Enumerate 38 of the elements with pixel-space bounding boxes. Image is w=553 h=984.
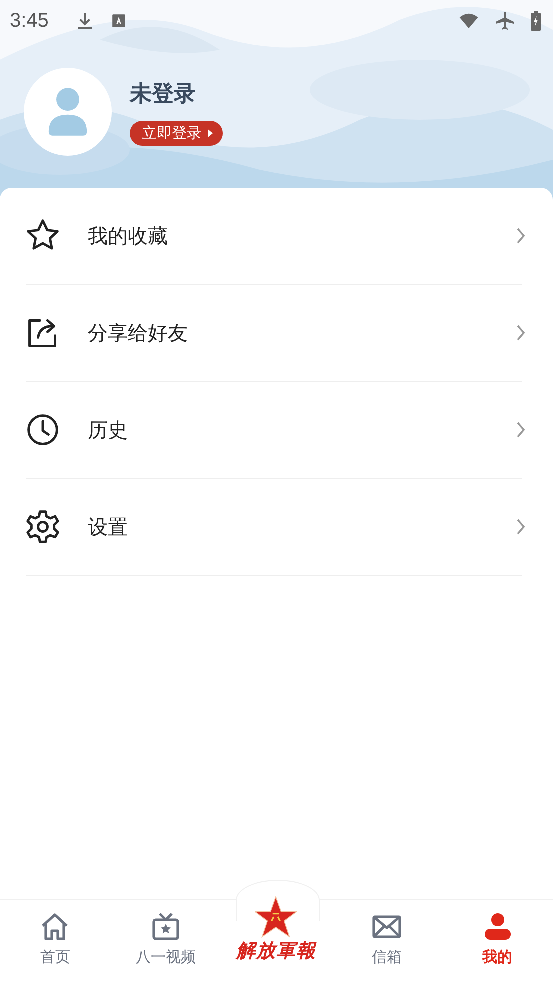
menu-label: 设置 xyxy=(88,514,129,540)
tab-label: 首页 xyxy=(40,948,70,967)
nav-tab[interactable]: 我的 xyxy=(442,900,553,984)
wifi-icon xyxy=(459,11,479,31)
battery-icon xyxy=(531,11,541,31)
home-icon xyxy=(40,912,70,942)
logo-tab[interactable]: 解放軍報 xyxy=(221,896,332,984)
menu-label: 我的收藏 xyxy=(88,222,169,250)
chevron-icon xyxy=(516,421,526,439)
keyboard-icon xyxy=(110,13,127,29)
status-time: 3:45 xyxy=(10,10,49,32)
menu-item[interactable]: 历史 xyxy=(26,382,522,479)
settings-icon xyxy=(26,510,60,544)
chevron-icon xyxy=(516,324,526,342)
menu-item[interactable]: 设置 xyxy=(26,479,522,576)
nav-tab[interactable]: 信箱 xyxy=(332,900,442,984)
username: 未登录 xyxy=(130,80,196,108)
caret-icon xyxy=(208,128,213,138)
nav-tab[interactable]: 八一视频 xyxy=(110,900,222,984)
menu-item[interactable]: 分享给好友 xyxy=(26,285,522,382)
clock-icon xyxy=(26,413,60,447)
logo-text: 解放軍報 xyxy=(236,939,316,964)
chevron-icon xyxy=(516,518,526,536)
tab-label: 信箱 xyxy=(372,948,402,967)
star-icon xyxy=(26,219,60,253)
tab-label: 我的 xyxy=(482,948,513,967)
tab-label: 八一视频 xyxy=(136,948,196,967)
person-icon xyxy=(482,912,513,942)
person-icon xyxy=(47,88,89,136)
login-button[interactable]: 立即登录 xyxy=(130,120,223,146)
menu-label: 分享给好友 xyxy=(88,320,189,346)
chevron-icon xyxy=(516,227,526,245)
star-emblem-icon xyxy=(255,896,298,938)
nav-tab[interactable]: 首页 xyxy=(0,900,111,984)
airplane-icon xyxy=(495,11,515,31)
menu-item[interactable]: 我的收藏 xyxy=(26,188,522,285)
menu-label: 历史 xyxy=(88,416,129,444)
tv-icon xyxy=(150,912,181,942)
